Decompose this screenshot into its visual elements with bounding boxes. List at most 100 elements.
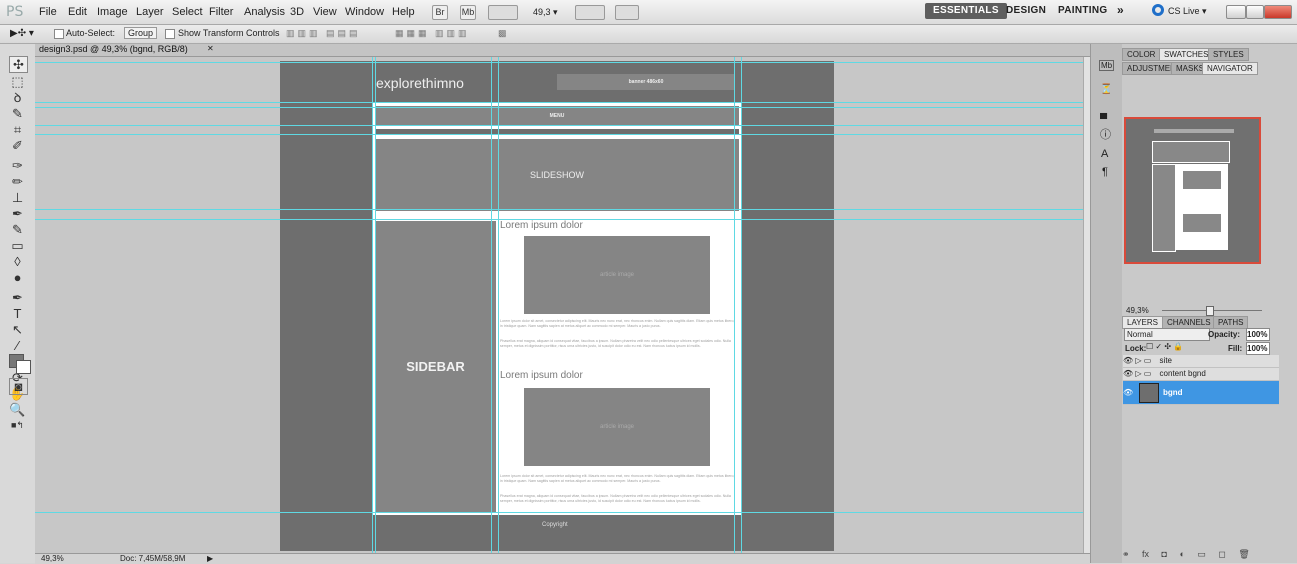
tab-styles[interactable]: STYLES bbox=[1208, 48, 1249, 61]
close-window-button[interactable] bbox=[1264, 5, 1292, 19]
navigator-zoom-value[interactable]: 49,3% bbox=[1126, 306, 1149, 315]
menu-image[interactable]: Image bbox=[97, 6, 128, 18]
history-brush-tool-icon[interactable]: ✒ bbox=[9, 206, 26, 221]
show-transform-checkbox[interactable] bbox=[165, 29, 175, 39]
bridge-button[interactable]: Br bbox=[432, 5, 448, 20]
tab-paths[interactable]: PATHS bbox=[1213, 316, 1249, 329]
eye-icon[interactable]: 👁 bbox=[1123, 356, 1133, 365]
status-menu-arrow-icon[interactable]: ▶ bbox=[207, 554, 213, 563]
guide-line[interactable] bbox=[498, 57, 499, 553]
minimize-button[interactable] bbox=[1226, 5, 1246, 19]
menu-view[interactable]: View bbox=[313, 6, 337, 18]
default-colors-icon[interactable]: ■↰ bbox=[9, 418, 26, 433]
mini-bridge-button[interactable]: Mb bbox=[460, 5, 476, 20]
menu-analysis[interactable]: Analysis bbox=[244, 6, 285, 18]
opacity-input[interactable]: 100% bbox=[1246, 328, 1270, 341]
paragraph-panel-icon[interactable]: ¶ bbox=[1102, 166, 1108, 178]
crop-tool-icon[interactable]: ⌗ bbox=[9, 122, 26, 137]
guide-line[interactable] bbox=[35, 62, 1083, 63]
expand-arrow-icon[interactable]: ▷ ▭ bbox=[1135, 356, 1153, 365]
layer-actions-bar[interactable]: ⚭ fx ◘ ◐ ▭ ◻ 🗑 bbox=[1122, 549, 1297, 563]
menu-select[interactable]: Select bbox=[172, 6, 203, 18]
auto-select-dropdown[interactable]: Group bbox=[124, 27, 158, 39]
guide-line[interactable] bbox=[35, 134, 1083, 135]
marquee-tool-icon[interactable]: ⬚ bbox=[9, 74, 26, 89]
mini-bridge-panel-icon[interactable]: Mb bbox=[1099, 60, 1115, 71]
gradient-tool-icon[interactable]: ▭ bbox=[9, 238, 26, 253]
move-tool-preset-icon[interactable]: ▶✣ ▾ bbox=[10, 28, 34, 39]
path-select-tool-icon[interactable]: ↖ bbox=[9, 322, 26, 337]
type-tool-icon[interactable]: T bbox=[9, 306, 26, 321]
workspace-painting[interactable]: PAINTING bbox=[1058, 5, 1107, 16]
character-panel-icon[interactable]: A bbox=[1101, 148, 1108, 160]
clone-stamp-tool-icon[interactable]: ⊥ bbox=[9, 190, 26, 205]
guide-line[interactable] bbox=[35, 512, 1083, 513]
menu-window[interactable]: Window bbox=[345, 6, 384, 18]
healing-brush-tool-icon[interactable]: ✑ bbox=[9, 158, 26, 173]
close-document-button[interactable]: ✕ bbox=[207, 44, 214, 53]
guide-line[interactable] bbox=[734, 57, 735, 553]
status-zoom[interactable]: 49,3% bbox=[41, 554, 64, 563]
shape-tool-icon[interactable]: ⁄ bbox=[9, 338, 26, 353]
lasso-tool-icon[interactable]: ꝺ bbox=[9, 90, 26, 105]
navigator-slider-handle[interactable] bbox=[1206, 306, 1214, 316]
view-extras-button[interactable] bbox=[488, 5, 518, 20]
document-canvas[interactable]: explorethimno banner 486x60 MENU SLIDESH… bbox=[35, 57, 1083, 553]
arrange-documents-button[interactable] bbox=[575, 5, 605, 20]
maximize-button[interactable] bbox=[1246, 5, 1264, 19]
guide-line[interactable] bbox=[741, 57, 742, 553]
screen-mode-button[interactable] bbox=[615, 5, 639, 20]
fill-input[interactable]: 100% bbox=[1246, 342, 1270, 355]
guide-line[interactable] bbox=[35, 125, 1083, 126]
pen-tool-icon[interactable]: ✒ bbox=[9, 290, 26, 305]
tab-swatches[interactable]: SWATCHES bbox=[1159, 48, 1214, 61]
dodge-tool-icon[interactable]: ● bbox=[9, 270, 26, 285]
navigator-preview[interactable] bbox=[1124, 117, 1261, 264]
menu-file[interactable]: File bbox=[39, 6, 57, 18]
guide-line[interactable] bbox=[35, 107, 1083, 108]
guide-line[interactable] bbox=[375, 57, 376, 553]
menu-filter[interactable]: Filter bbox=[209, 6, 233, 18]
blur-tool-icon[interactable]: ◊ bbox=[9, 254, 26, 269]
layer-row-site[interactable]: 👁 ▷ ▭ site bbox=[1123, 355, 1279, 368]
eraser-tool-icon[interactable]: ✎ bbox=[9, 222, 26, 237]
guide-line[interactable] bbox=[35, 102, 1083, 103]
menu-layer[interactable]: Layer bbox=[136, 6, 164, 18]
layer-row-bgnd[interactable]: 👁 bgnd bbox=[1123, 381, 1279, 405]
quick-select-tool-icon[interactable]: ✎ bbox=[9, 106, 26, 121]
guide-line[interactable] bbox=[35, 209, 1083, 210]
workspace-design[interactable]: DESIGN bbox=[1006, 5, 1046, 16]
guide-line[interactable] bbox=[35, 219, 1083, 220]
zoom-level-dropdown[interactable]: 49,3 ▾ bbox=[533, 7, 558, 18]
tab-navigator[interactable]: NAVIGATOR bbox=[1202, 62, 1258, 75]
info-panel-icon[interactable]: ⓘ bbox=[1100, 126, 1111, 142]
move-tool-icon[interactable]: ✣ bbox=[9, 56, 28, 73]
eye-icon[interactable]: 👁 bbox=[1123, 388, 1133, 397]
blend-mode-dropdown[interactable]: Normal bbox=[1124, 328, 1210, 341]
auto-select-checkbox[interactable] bbox=[54, 29, 64, 39]
menu-help[interactable]: Help bbox=[392, 6, 415, 18]
background-color-swatch[interactable] bbox=[16, 360, 31, 374]
document-tab-title[interactable]: design3.psd @ 49,3% (bgnd, RGB/8) bbox=[39, 44, 188, 54]
history-panel-icon[interactable]: ⏳ bbox=[1100, 84, 1112, 95]
cslive-button[interactable]: CS Live ▾ bbox=[1168, 6, 1207, 17]
lock-icons[interactable]: ☐ ✓ ✣ 🔒 bbox=[1146, 342, 1183, 351]
eye-icon[interactable]: 👁 bbox=[1123, 369, 1133, 378]
quick-mask-icon[interactable]: ◙ bbox=[9, 378, 28, 395]
status-doc-size[interactable]: Doc: 7,45M/58,9M bbox=[120, 554, 185, 563]
histogram-panel-icon[interactable]: ▄ bbox=[1100, 108, 1107, 119]
more-workspaces-button[interactable]: » bbox=[1117, 3, 1124, 17]
eyedropper-tool-icon[interactable]: ✐ bbox=[9, 138, 26, 153]
guide-line[interactable] bbox=[491, 57, 492, 553]
brush-tool-icon[interactable]: ✏ bbox=[9, 174, 26, 189]
menu-edit[interactable]: Edit bbox=[68, 6, 87, 18]
align-buttons-icon[interactable]: ▥▥▥ ▤▤▤ bbox=[286, 28, 361, 39]
expand-arrow-icon[interactable]: ▷ ▭ bbox=[1135, 369, 1153, 378]
auto-align-icon[interactable]: ▩ bbox=[498, 28, 507, 39]
distribute-buttons-icon[interactable]: ▦▦▦ ▥▥▥ bbox=[395, 28, 470, 39]
guide-line[interactable] bbox=[372, 57, 373, 553]
menu-3d[interactable]: 3D bbox=[290, 6, 304, 18]
layer-row-content-bgnd[interactable]: 👁 ▷ ▭ content bgnd bbox=[1123, 368, 1279, 381]
tab-color[interactable]: COLOR bbox=[1122, 48, 1161, 61]
workspace-essentials[interactable]: ESSENTIALS bbox=[925, 3, 1007, 19]
